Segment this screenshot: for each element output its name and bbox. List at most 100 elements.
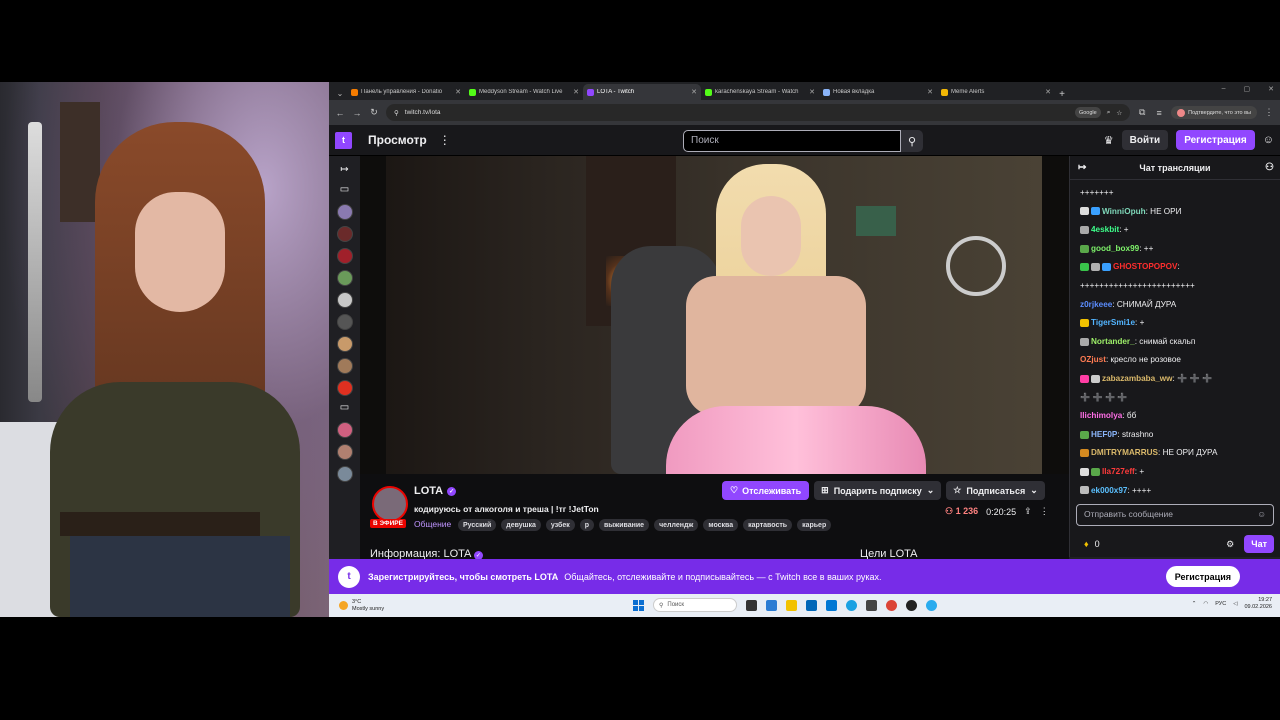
channel-avatar[interactable]: [336, 380, 353, 396]
close-window-icon[interactable]: ✕: [1268, 85, 1274, 93]
chat-badge-icon[interactable]: [1080, 226, 1089, 235]
chat-username[interactable]: llichimolya: [1080, 411, 1122, 420]
chat-input[interactable]: Отправить сообщение ☺: [1076, 504, 1274, 526]
video-player[interactable]: [360, 156, 1069, 474]
chat-username[interactable]: Nortander_: [1091, 337, 1135, 346]
google-lens-button[interactable]: Google: [1074, 107, 1101, 118]
category-link[interactable]: Общение: [414, 519, 451, 529]
outlook-icon[interactable]: [826, 599, 837, 611]
search-input[interactable]: Поиск: [683, 130, 901, 152]
new-tab-button[interactable]: +: [1055, 89, 1069, 100]
browser-tab[interactable]: karachenskaya Stream - Watch ✕: [701, 84, 819, 100]
chat-username[interactable]: OZjust: [1080, 355, 1106, 364]
zoom-icon[interactable]: ⌕: [1107, 109, 1111, 117]
chat-username[interactable]: HEF0P: [1091, 430, 1117, 439]
chat-badge-icon[interactable]: [1080, 337, 1089, 346]
chat-username[interactable]: WinniOpuh: [1102, 207, 1146, 216]
chat-username[interactable]: TigerSmi1e: [1091, 318, 1135, 327]
follow-button[interactable]: ♡ Отслеживать: [722, 481, 810, 500]
channel-avatar[interactable]: [336, 270, 353, 286]
signup-button[interactable]: Регистрация: [1176, 130, 1255, 150]
twitch-logo-icon[interactable]: t: [335, 131, 352, 149]
channel-avatar[interactable]: [336, 466, 353, 482]
forward-icon[interactable]: →: [352, 108, 362, 118]
file-explorer-icon[interactable]: [786, 599, 797, 611]
subscribe-button[interactable]: ☆ Подписаться ⌄: [946, 481, 1045, 500]
banner-signup-button[interactable]: Регистрация: [1165, 566, 1240, 587]
browser-tab[interactable]: Новая вкладка ✕: [819, 84, 937, 100]
chat-badge-icon[interactable]: [1080, 263, 1089, 272]
chat-badge-icon[interactable]: [1080, 486, 1089, 495]
chat-badge-icon[interactable]: [1102, 263, 1111, 272]
channel-avatar[interactable]: [336, 248, 353, 264]
chat-send-button[interactable]: Чат: [1244, 535, 1274, 553]
gift-sub-button[interactable]: ⊞ Подарить подписку ⌄: [814, 481, 942, 500]
network-icon[interactable]: ◠: [1203, 601, 1208, 607]
chat-username[interactable]: z0rjkeee: [1080, 300, 1112, 309]
chat-badge-icon[interactable]: [1080, 374, 1089, 383]
tag-pill[interactable]: челлендж: [654, 519, 699, 531]
bookmark-star-icon[interactable]: ☆: [1116, 109, 1122, 117]
close-tab-icon[interactable]: ✕: [455, 88, 461, 96]
tag-pill[interactable]: картавость: [743, 519, 793, 531]
prime-crown-icon[interactable]: ♛: [1104, 134, 1114, 147]
channel-points[interactable]: ♦ 0: [1084, 539, 1100, 549]
chat-username[interactable]: zabazambaba_ww: [1102, 374, 1173, 383]
nav-browse[interactable]: Просмотр: [368, 133, 427, 147]
more-options-icon[interactable]: ⋮: [1040, 506, 1049, 517]
tag-pill[interactable]: узбек: [545, 519, 575, 531]
chat-username[interactable]: GHOSTOPOPOV: [1113, 262, 1177, 271]
tag-pill[interactable]: девушка: [501, 519, 541, 531]
browser-tab[interactable]: LOTA - Twitch ✕: [583, 84, 701, 100]
browser-menu-icon[interactable]: ⋮: [1264, 107, 1274, 118]
tag-pill[interactable]: выживание: [599, 519, 650, 531]
volume-icon[interactable]: ◁: [1233, 601, 1237, 607]
channel-avatar[interactable]: [336, 314, 353, 330]
reading-list-icon[interactable]: ≡: [1154, 108, 1164, 118]
profile-button[interactable]: Подтвердите, что это вы: [1171, 106, 1257, 119]
emote-picker-icon[interactable]: ☺: [1257, 509, 1266, 521]
chat-badge-icon[interactable]: [1080, 244, 1089, 253]
chat-username[interactable]: 4eskbit: [1091, 225, 1119, 234]
chat-username[interactable]: lla727eff: [1102, 467, 1135, 476]
channel-avatar[interactable]: [336, 226, 353, 242]
close-tab-icon[interactable]: ✕: [691, 88, 697, 96]
chat-badge-icon[interactable]: [1091, 207, 1100, 216]
channel-avatar[interactable]: [336, 422, 353, 438]
store-icon[interactable]: [806, 599, 817, 611]
url-field[interactable]: ⚲ twitch.tv/lota Google ⌕ ☆: [386, 104, 1131, 121]
telegram-icon[interactable]: [926, 599, 937, 611]
chat-badge-icon[interactable]: [1080, 467, 1089, 476]
language-indicator[interactable]: РУС: [1215, 601, 1226, 607]
extensions-icon[interactable]: ⧉: [1137, 107, 1147, 118]
channel-avatar[interactable]: [336, 444, 353, 460]
chat-badge-icon[interactable]: [1080, 430, 1089, 439]
chat-username[interactable]: good_box99: [1091, 244, 1139, 253]
channel-avatar[interactable]: [336, 204, 353, 220]
tray-chevron-icon[interactable]: ⌃: [1192, 601, 1197, 607]
channel-avatar-large[interactable]: [372, 486, 408, 522]
tag-pill[interactable]: карьер: [797, 519, 832, 531]
weather-widget[interactable]: 3°C Mostly sunny: [339, 599, 384, 613]
chat-badge-icon[interactable]: [1091, 374, 1100, 383]
browser-tab[interactable]: Meddyson Stream - Watch Live ✕: [465, 84, 583, 100]
chat-badge-icon[interactable]: [1080, 318, 1089, 327]
edge-icon[interactable]: [846, 599, 857, 611]
chrome-icon[interactable]: [886, 599, 897, 611]
app-icon[interactable]: [766, 599, 777, 611]
clock[interactable]: 19:27 09.02.2026: [1244, 597, 1272, 611]
minimize-icon[interactable]: –: [1222, 85, 1226, 93]
back-icon[interactable]: ←: [335, 108, 345, 118]
chat-username[interactable]: DMITRYMARRUS: [1091, 448, 1158, 457]
browser-tab[interactable]: Панель управления - Donatio ✕: [347, 84, 465, 100]
collapse-chat-icon[interactable]: ↦: [1078, 162, 1086, 173]
taskbar-search[interactable]: ⚲ Поиск: [653, 598, 737, 612]
maximize-icon[interactable]: ▢: [1244, 85, 1251, 93]
chat-username[interactable]: ek000x97: [1091, 486, 1127, 495]
task-view-icon[interactable]: [746, 599, 757, 611]
tag-pill[interactable]: Русский: [458, 519, 497, 531]
tab-search-icon[interactable]: ⌄: [333, 86, 347, 100]
search-icon[interactable]: ⚲: [901, 130, 923, 152]
chat-badge-icon[interactable]: [1080, 449, 1089, 458]
obs-icon[interactable]: [906, 599, 917, 611]
